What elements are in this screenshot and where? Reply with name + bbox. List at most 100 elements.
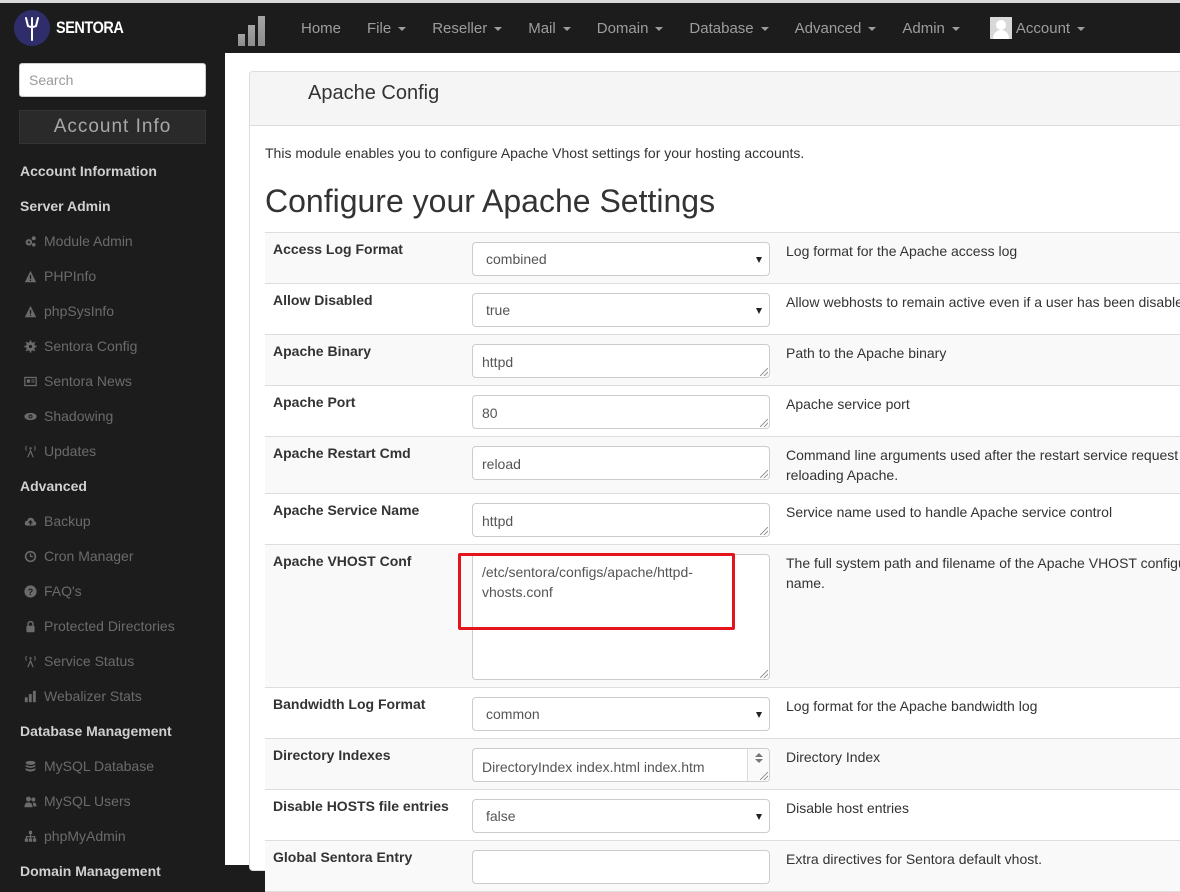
resize-grip-icon[interactable] (760, 670, 768, 678)
resize-grip-icon[interactable] (760, 772, 768, 780)
sidebar: Account Info Account Information Server … (0, 53, 225, 879)
database-icon (23, 760, 37, 774)
panel-header: Apache Config (250, 72, 1180, 126)
allow-disabled-select[interactable]: true (472, 293, 770, 327)
resize-grip-icon[interactable] (760, 470, 768, 478)
sidebar-item-cron-manager[interactable]: Cron Manager (0, 539, 225, 574)
nav-mail[interactable]: Mail (515, 20, 584, 37)
eye-icon (23, 410, 37, 424)
caret-down-icon (655, 27, 664, 31)
resize-grip-icon[interactable] (760, 419, 768, 427)
svg-text:?: ? (27, 587, 32, 597)
nav-admin[interactable]: Admin (889, 20, 973, 37)
nav-domain[interactable]: Domain (584, 20, 677, 37)
sidebar-item-phpsysinfo[interactable]: phpSysInfo (0, 294, 225, 329)
sidebar-item-label: Cron Manager (44, 548, 134, 564)
disable-hosts-select[interactable]: false (472, 799, 770, 833)
sidebar-item-sentora-config[interactable]: Sentora Config (0, 329, 225, 364)
description-line: reloading Apache. (786, 467, 899, 483)
setting-description: Directory Index (786, 749, 881, 765)
sidebar-item-faqs[interactable]: ? FAQ's (0, 574, 225, 609)
nav-database[interactable]: Database (676, 20, 781, 37)
setting-label: Apache Binary (273, 343, 372, 359)
textarea-value: DirectoryIndex index.html index.htm (482, 759, 705, 775)
sidebar-heading-account-information[interactable]: Account Information (0, 154, 225, 189)
setting-description: Apache service port (786, 396, 910, 412)
textarea-line: vhosts.conf (482, 584, 553, 600)
brand[interactable]: SENTORA (14, 9, 135, 47)
sidebar-item-sentora-news[interactable]: Sentora News (0, 364, 225, 399)
sidebar-item-protected-directories[interactable]: Protected Directories (0, 609, 225, 644)
sidebar-item-shadowing[interactable]: Shadowing (0, 399, 225, 434)
sidebar-item-service-status[interactable]: Service Status (0, 644, 225, 679)
users-icon (23, 795, 37, 809)
sidebar-item-label: Service Status (44, 653, 135, 669)
sidebar-item-mysql-users[interactable]: MySQL Users (0, 784, 225, 819)
account-info-button[interactable]: Account Info (19, 110, 206, 144)
setting-description: Log format for the Apache bandwidth log (786, 698, 1038, 714)
setting-label: Access Log Format (273, 241, 403, 257)
nav-label: Domain (596, 19, 649, 37)
select-value: combined (486, 251, 547, 267)
setting-row-apache-service-name: Apache Service Name httpd Service name u… (265, 494, 1180, 545)
nav-label: Advanced (794, 19, 862, 37)
setting-row-bandwidth-log-format: Bandwidth Log Format common Log format f… (265, 688, 1180, 739)
setting-label: Apache Service Name (273, 502, 420, 518)
sidebar-item-module-admin[interactable]: Module Admin (0, 224, 225, 259)
caret-down-icon (562, 27, 571, 31)
resize-grip-icon[interactable] (760, 527, 768, 535)
dropdown-arrow-icon (756, 257, 762, 263)
apache-port-textarea[interactable]: 80 (472, 395, 770, 429)
nav-advanced[interactable]: Advanced (782, 20, 890, 37)
apache-binary-textarea[interactable]: httpd (472, 344, 770, 378)
apache-service-name-textarea[interactable]: httpd (472, 503, 770, 537)
nav-label: File (367, 19, 392, 37)
directory-indexes-textarea[interactable]: DirectoryIndex index.html index.htm (472, 748, 770, 782)
access-log-format-select[interactable]: combined (472, 242, 770, 276)
nav-home[interactable]: Home (288, 20, 354, 37)
apache-restart-cmd-textarea[interactable]: reload (472, 446, 770, 480)
module-description: This module enables you to configure Apa… (265, 145, 805, 161)
newspaper-icon (23, 375, 37, 389)
sidebar-item-label: PHPInfo (44, 268, 97, 284)
top-navbar: SENTORA Home File Reseller Mail Domain D… (0, 3, 1180, 53)
nav-account[interactable]: Account (977, 17, 1098, 39)
setting-description: Service name used to handle Apache servi… (786, 504, 1113, 520)
warning-icon (23, 305, 37, 319)
sidebar-item-mysql-database[interactable]: MySQL Database (0, 749, 225, 784)
sidebar-item-label: phpMyAdmin (44, 828, 126, 844)
nav-reseller[interactable]: Reseller (419, 20, 515, 37)
select-value: false (486, 808, 516, 824)
nav-file[interactable]: File (354, 20, 419, 37)
resize-grip-icon[interactable] (760, 368, 768, 376)
setting-row-apache-vhost-conf: Apache VHOST Conf /etc/sentora/configs/a… (265, 545, 1180, 688)
caret-down-icon (1077, 27, 1086, 31)
search-input[interactable] (19, 63, 206, 97)
gear-icon (23, 340, 37, 354)
antenna-icon (23, 655, 37, 669)
caret-down-icon (760, 27, 769, 31)
setting-row-access-log-format: Access Log Format combined Log format fo… (265, 233, 1180, 284)
sidebar-item-phpmyadmin[interactable]: phpMyAdmin (0, 819, 225, 854)
setting-row-apache-binary: Apache Binary httpd Path to the Apache b… (265, 335, 1180, 386)
global-sentora-entry-textarea[interactable] (472, 850, 770, 884)
setting-description: Path to the Apache binary (786, 345, 947, 361)
textarea-line: /etc/sentora/configs/apache/httpd- (482, 564, 693, 580)
sidebar-item-webalizer-stats[interactable]: Webalizer Stats (0, 679, 225, 714)
sidebar-item-label: MySQL Users (44, 793, 131, 809)
apache-vhost-conf-textarea[interactable]: /etc/sentora/configs/apache/httpd-vhosts… (472, 554, 770, 680)
main-nav: Home File Reseller Mail Domain Database … (288, 3, 1098, 53)
bandwidth-log-format-select[interactable]: common (472, 697, 770, 731)
main-content: Apache Config This module enables you to… (225, 53, 1180, 892)
sidebar-item-backup[interactable]: Backup (0, 504, 225, 539)
sidebar-heading-domain-management: Domain Management (20, 863, 161, 879)
sidebar-item-phpinfo[interactable]: PHPInfo (0, 259, 225, 294)
sidebar-item-label: Updates (44, 443, 97, 459)
textarea-value: 80 (482, 405, 498, 421)
bar-chart-logo-icon[interactable] (238, 14, 270, 46)
dropdown-arrow-icon (756, 814, 762, 820)
sidebar-item-updates[interactable]: Updates (0, 434, 225, 469)
nav-label: Reseller (432, 19, 488, 37)
bar-chart-icon (23, 690, 37, 704)
brand-name: SENTORA (56, 18, 124, 37)
